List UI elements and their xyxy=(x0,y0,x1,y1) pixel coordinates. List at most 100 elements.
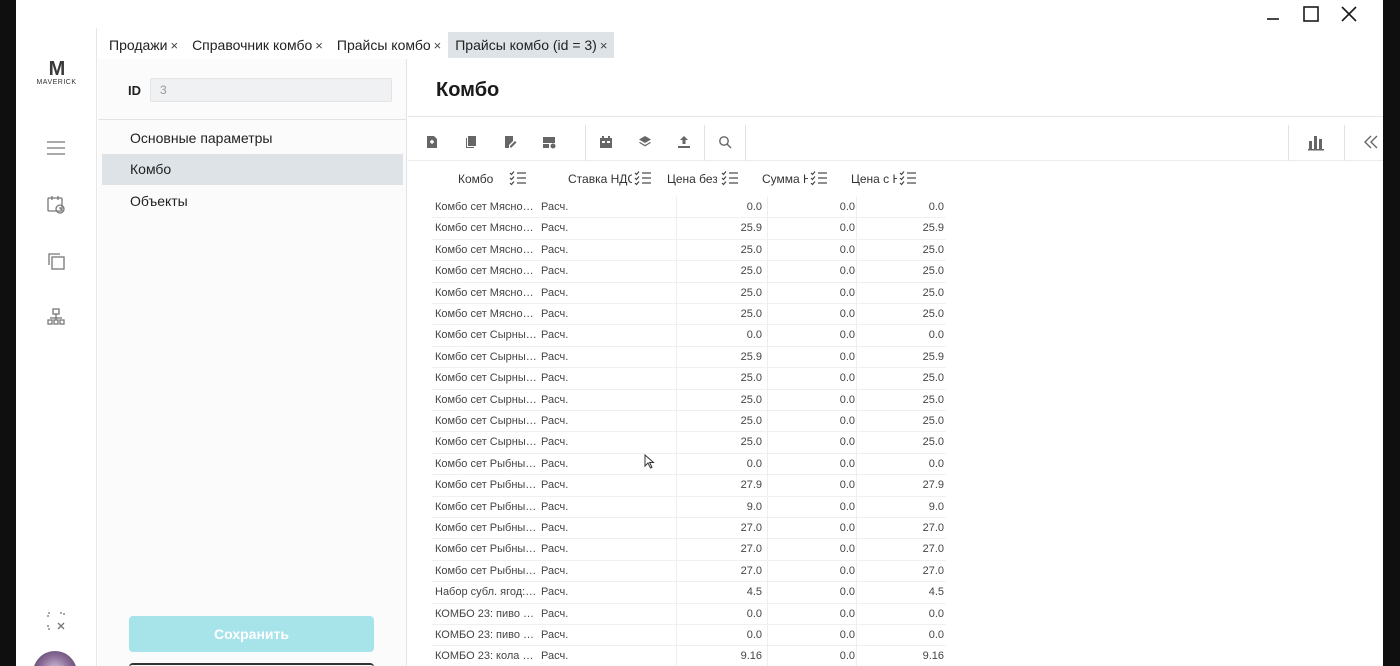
price-with-cell: 27.0 xyxy=(922,543,944,556)
tab-combo-prices-id3[interactable]: Прайсы комбо (id = 3) × xyxy=(448,32,615,58)
table-row[interactable]: Комбо сет Рыбны… Расч. 27.0 0.0 27.0 xyxy=(432,560,946,583)
calendar-clock-icon[interactable] xyxy=(44,193,68,217)
nav-item-main-params[interactable]: Основные параметры xyxy=(102,123,403,154)
chart-icon[interactable] xyxy=(1305,131,1327,153)
id-field[interactable]: 3 xyxy=(150,78,392,102)
table-row[interactable]: Комбо сет Мясной… Расч. 25.0 0.0 25.0 xyxy=(432,261,946,283)
table-row[interactable]: Комбо сет Сырны… Расч. 25.0 0.0 25.0 xyxy=(432,411,946,433)
search-icon[interactable] xyxy=(714,131,736,153)
tab-close-icon[interactable]: × xyxy=(170,38,178,53)
minimize-button[interactable] xyxy=(1258,2,1288,26)
tab-label: Продажи xyxy=(109,37,168,53)
table-row[interactable]: Комбо сет Сырны… Расч. 25.9 0.0 25.9 xyxy=(432,346,946,369)
table-row[interactable]: КОМБО 23: пиво … Расч. 0.0 0.0 0.0 xyxy=(432,603,946,625)
table-row[interactable]: Комбо сет Рыбны… Расч. 9.0 0.0 9.0 xyxy=(432,496,946,518)
copy-doc-icon[interactable] xyxy=(460,131,482,153)
column-header-price-without[interactable]: Цена без xyxy=(667,165,757,193)
table-row[interactable]: Комбо сет Рыбны… Расч. 27.0 0.0 27.0 xyxy=(432,539,946,561)
calendar-icon[interactable] xyxy=(595,131,617,153)
layers-icon[interactable] xyxy=(634,131,656,153)
price-with-cell: 25.0 xyxy=(922,372,944,385)
table-row[interactable]: Комбо сет Мясной… Расч. 25.0 0.0 25.0 xyxy=(432,282,946,304)
table-row[interactable]: Комбо сет Сырны… Расч. 25.0 0.0 25.0 xyxy=(432,389,946,411)
org-structure-icon[interactable] xyxy=(44,305,68,329)
maverick-logo[interactable]: M MAVERICK xyxy=(16,58,97,86)
column-divider xyxy=(767,346,768,368)
table-row[interactable]: Комбо сет Рыбны… Расч. 27.9 0.0 27.9 xyxy=(432,475,946,497)
column-header-combo[interactable]: Комбо xyxy=(458,165,550,193)
maximize-button[interactable] xyxy=(1296,2,1326,26)
save-button[interactable]: Сохранить xyxy=(129,616,374,652)
collapse-left-icon[interactable] xyxy=(1360,131,1382,153)
table-row[interactable]: Комбо сет Мясной… Расч. 25.0 0.0 25.0 xyxy=(432,239,946,262)
table-row[interactable]: КОМБО 23: пиво … Расч. 0.0 0.0 0.0 xyxy=(432,625,946,647)
combo-cell: Набор субл. ягод: … xyxy=(435,586,537,599)
column-divider xyxy=(856,582,857,604)
table-row[interactable]: Комбо сет Рыбны… Расч. 27.0 0.0 27.0 xyxy=(432,518,946,540)
menu-icon[interactable] xyxy=(44,136,68,160)
nav-item-combo[interactable]: Комбо xyxy=(102,154,403,185)
column-divider xyxy=(856,218,857,240)
filter-list-icon[interactable] xyxy=(634,170,652,189)
upload-icon[interactable] xyxy=(673,131,695,153)
table-row[interactable]: Комбо сет Мясной… Расч. 0.0 0.0 0.0 xyxy=(432,197,946,219)
tab-combo-directory[interactable]: Справочник комбо × xyxy=(185,32,330,58)
column-header-vat-amount[interactable]: Сумма Н xyxy=(762,165,850,193)
price-with-cell: 27.0 xyxy=(922,522,944,534)
filter-list-icon[interactable] xyxy=(509,170,527,189)
nav-item-objects[interactable]: Объекты xyxy=(102,186,403,217)
tab-combo-prices[interactable]: Прайсы комбо × xyxy=(330,32,448,58)
id-label: ID xyxy=(128,83,141,98)
table-row[interactable]: Набор субл. ягод: … Расч. 4.5 0.0 4.5 xyxy=(432,582,946,604)
vat-rate-cell: Расч. xyxy=(541,415,569,427)
tab-close-icon[interactable]: × xyxy=(434,38,442,53)
column-divider xyxy=(856,539,857,561)
avatar[interactable] xyxy=(33,651,77,666)
tab-close-icon[interactable]: × xyxy=(600,38,608,53)
vat-amount-cell: 0.0 xyxy=(839,500,855,513)
column-divider xyxy=(676,411,677,432)
column-label: Комбо xyxy=(458,172,494,186)
tab-label: Справочник комбо xyxy=(192,37,313,53)
column-header-price-with[interactable]: Цена с Н xyxy=(851,165,941,193)
column-divider xyxy=(676,475,677,497)
table-row[interactable]: КОМБО 23: кола 0… Расч. 9.16 0.0 9.16 xyxy=(432,646,946,666)
column-divider xyxy=(856,453,857,475)
selection-close-icon[interactable] xyxy=(44,609,68,633)
table-row[interactable]: Комбо сет Сырны… Расч. 0.0 0.0 0.0 xyxy=(432,325,946,347)
table-row[interactable]: Комбо сет Рыбны… Расч. 0.0 0.0 0.0 xyxy=(432,453,946,476)
combo-cell: Комбо сет Мясной… xyxy=(435,265,537,278)
filter-list-icon[interactable] xyxy=(721,170,739,189)
vat-rate-cell: Расч. xyxy=(541,201,569,213)
column-divider xyxy=(767,646,768,666)
vat-amount-cell: 0.0 xyxy=(839,522,855,534)
table-row[interactable]: Комбо сет Мясной… Расч. 25.9 0.0 25.9 xyxy=(432,218,946,240)
table-row[interactable]: Комбо сет Сырны… Расч. 25.0 0.0 25.0 xyxy=(432,432,946,454)
table-row[interactable]: Комбо сет Мясной… Расч. 25.0 0.0 25.0 xyxy=(432,304,946,326)
copy-icon[interactable] xyxy=(44,249,68,273)
table-row[interactable]: Комбо сет Сырны… Расч. 25.0 0.0 25.0 xyxy=(432,368,946,390)
price-without-cell: 25.9 xyxy=(740,222,762,235)
tab-close-icon[interactable]: × xyxy=(315,38,323,53)
column-divider xyxy=(767,560,768,582)
column-divider xyxy=(856,197,857,218)
vat-rate-cell: Расч. xyxy=(541,500,569,513)
main-content: Комбо Комбо Ставка НДС Цена без Сумма Н … xyxy=(408,59,1383,666)
column-header-vat-rate[interactable]: Ставка НДС xyxy=(568,165,668,193)
price-with-cell: 0.0 xyxy=(928,457,944,470)
close-window-button[interactable] xyxy=(1334,2,1364,26)
view-doc-icon[interactable] xyxy=(538,131,560,153)
vat-rate-cell: Расч. xyxy=(541,308,569,320)
tab-sales[interactable]: Продажи × xyxy=(102,32,185,58)
vat-rate-cell: Расч. xyxy=(541,372,569,385)
add-doc-icon[interactable] xyxy=(421,131,443,153)
price-without-cell: 25.0 xyxy=(740,415,762,427)
combo-cell: Комбо сет Рыбны… xyxy=(435,479,537,492)
filter-list-icon[interactable] xyxy=(810,170,828,189)
vat-rate-cell: Расч. xyxy=(541,607,569,620)
edit-doc-icon[interactable] xyxy=(499,131,521,153)
column-divider xyxy=(676,646,677,666)
price-without-cell: 25.0 xyxy=(740,308,762,320)
vat-amount-cell: 0.0 xyxy=(839,265,855,278)
filter-list-icon[interactable] xyxy=(899,170,917,189)
